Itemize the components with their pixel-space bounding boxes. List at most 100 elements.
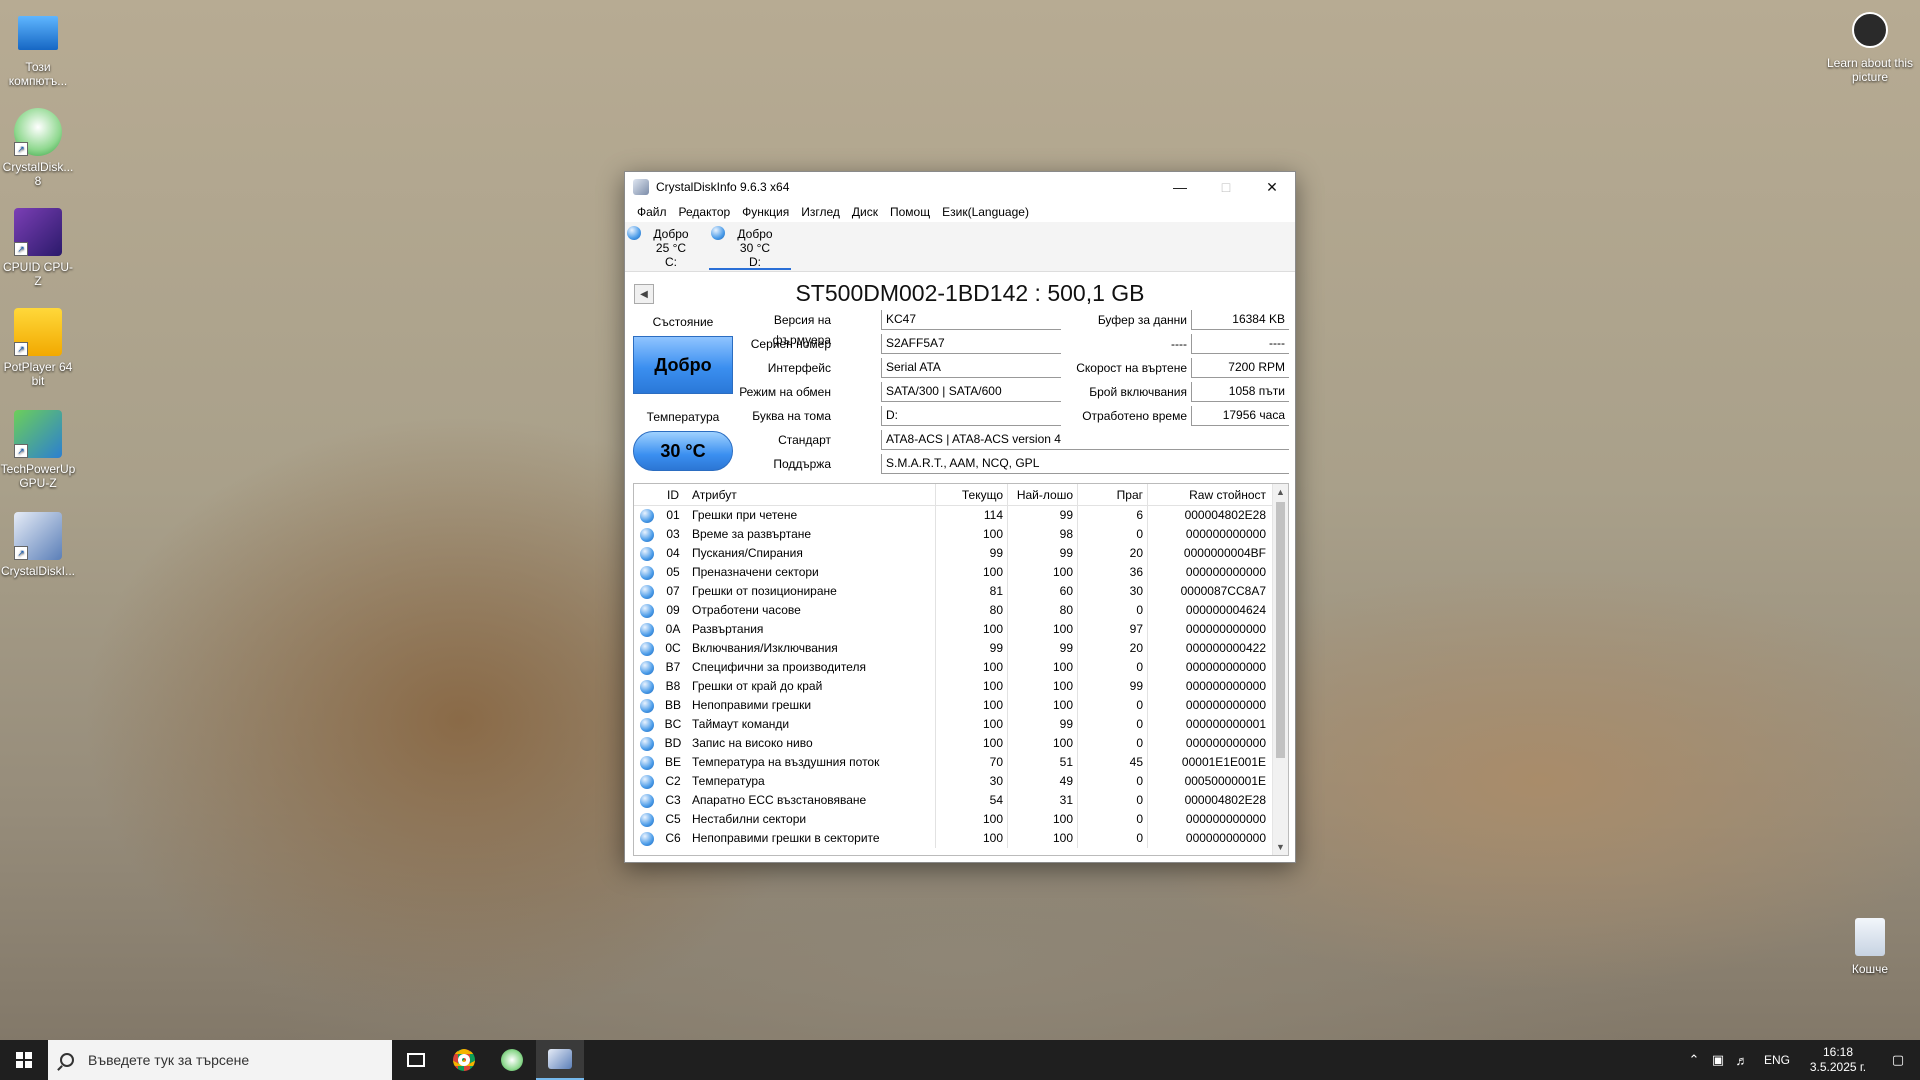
table-row[interactable]: 05 Преназначени сектори 100 100 36 0000000000… <box>634 563 1288 582</box>
blank-label: ---- <box>1171 337 1187 351</box>
row-raw: 000000000000 <box>1185 660 1266 674</box>
desktop-icon-label: CPUID CPU-Z <box>2 260 73 288</box>
table-row[interactable]: BB Непоправими грешки 100 100 0 000000000000 <box>634 696 1288 715</box>
header-raw[interactable]: Raw стойност <box>1148 484 1272 506</box>
health-dot-icon <box>640 680 654 694</box>
drive-tab-d[interactable]: Добро 30 °C D: <box>709 224 791 270</box>
row-threshold: 0 <box>1078 810 1148 829</box>
health-dot-icon <box>640 699 654 713</box>
poweron-count-value: 1058 пъти <box>1191 382 1289 402</box>
menu-edit[interactable]: Редактор <box>673 205 737 219</box>
clock-date: 3.5.2025 г. <box>1809 1060 1867 1074</box>
header-worst[interactable]: Най-лошо <box>1008 484 1078 506</box>
health-dot-icon <box>640 509 654 523</box>
table-row[interactable]: 0C Включвания/Изключвания 99 99 20 0000000004… <box>634 639 1288 658</box>
potplayer-icon: ↗ <box>14 308 62 356</box>
scroll-down-icon[interactable]: ▼ <box>1273 839 1288 855</box>
notifications-icon[interactable]: ▢ <box>1876 1052 1920 1068</box>
row-id: C6 <box>665 831 681 845</box>
row-raw: 0000000004BF <box>1183 546 1266 560</box>
table-row[interactable]: C6 Непоправими грешки в секторите 100 100 0 0… <box>634 829 1288 848</box>
menu-bar: Файл Редактор Функция Изглед Диск Помощ … <box>625 202 1295 222</box>
table-row[interactable]: BC Таймаут команди 100 99 0 000000000001 <box>634 715 1288 734</box>
row-status <box>634 639 660 658</box>
health-led-icon <box>627 226 641 240</box>
row-status <box>634 734 660 753</box>
crystaldiskmark-icon <box>501 1049 523 1071</box>
menu-view[interactable]: Изглед <box>795 205 846 219</box>
header-threshold[interactable]: Праг <box>1078 484 1148 506</box>
menu-language[interactable]: Език(Language) <box>936 205 1035 219</box>
menu-file[interactable]: Файл <box>631 205 673 219</box>
header-status <box>634 484 660 506</box>
row-current: 100 <box>936 696 1008 715</box>
drive-status: Добро <box>737 227 773 241</box>
chrome-taskbar-button[interactable] <box>440 1040 488 1080</box>
menu-function[interactable]: Функция <box>736 205 795 219</box>
header-attribute[interactable]: Атрибут <box>686 484 936 506</box>
language-indicator[interactable]: ENG <box>1754 1053 1800 1067</box>
desktop-icon-label: TechPowerUp GPU-Z <box>0 462 76 490</box>
table-row[interactable]: BE Температура на въздушния поток 70 51 45 00… <box>634 753 1288 772</box>
minimize-icon[interactable]: — <box>1157 172 1203 202</box>
temperature-button[interactable]: 30 °C <box>633 431 733 471</box>
row-attribute: Развъртания <box>686 620 936 639</box>
header-id[interactable]: ID <box>660 484 686 506</box>
transfer-mode-value: SATA/300 | SATA/600 <box>881 382 1061 402</box>
table-row[interactable]: 03 Време за развъртане 100 98 0 000000000000 <box>634 525 1288 544</box>
row-id: 05 <box>666 565 680 579</box>
table-row[interactable]: 04 Пускания/Спирания 99 99 20 0000000004BF <box>634 544 1288 563</box>
learn-about-picture[interactable]: Learn about this picture <box>1822 12 1918 84</box>
table-row[interactable]: C2 Температура 30 49 0 00050000001E <box>634 772 1288 791</box>
search-placeholder: Въведете тук за търсене <box>88 1052 250 1068</box>
desktop-icon-crystaldiskinfo[interactable]: ↗ CrystalDiskI... <box>0 512 76 578</box>
task-view-button[interactable] <box>392 1040 440 1080</box>
scroll-thumb[interactable] <box>1276 502 1285 758</box>
row-raw: 00001E1E001E <box>1181 755 1266 769</box>
desktop-icon-gpuz[interactable]: ↗ TechPowerUp GPU-Z <box>0 410 76 490</box>
table-row[interactable]: 0A Развъртания 100 100 97 000000000000 <box>634 620 1288 639</box>
drive-temp: 25 °C <box>655 241 687 255</box>
header-current[interactable]: Текущо <box>936 484 1008 506</box>
health-dot-icon <box>640 642 654 656</box>
start-button[interactable] <box>0 1040 48 1080</box>
row-raw: 00050000001E <box>1184 774 1266 788</box>
close-icon[interactable]: ✕ <box>1249 172 1295 202</box>
taskbar-search[interactable]: Въведете тук за търсене <box>48 1040 392 1080</box>
desktop-icon-crystaldiskmark[interactable]: ↗ CrystalDisk... 8 <box>0 108 76 188</box>
menu-disk[interactable]: Диск <box>846 205 884 219</box>
recycle-bin[interactable]: Кошче <box>1822 918 1918 976</box>
crystaldiskmark-taskbar-button[interactable] <box>488 1040 536 1080</box>
chevron-up-icon[interactable]: ⌃ <box>1682 1052 1706 1068</box>
table-row[interactable]: 01 Грешки при четене 114 99 6 000004802E28 <box>634 506 1288 525</box>
health-status-button[interactable]: Добро <box>633 336 733 394</box>
menu-help[interactable]: Помощ <box>884 205 936 219</box>
crystaldiskmark-icon: ↗ <box>14 108 62 156</box>
row-current: 80 <box>936 601 1008 620</box>
desktop-icon-this-pc[interactable]: Този компютъ... <box>0 10 76 88</box>
title-bar[interactable]: CrystalDiskInfo 9.6.3 x64 — □ ✕ <box>625 172 1295 202</box>
table-row[interactable]: C5 Нестабилни сектори 100 100 0 000000000000 <box>634 810 1288 829</box>
row-raw: 0000087CC8A7 <box>1180 584 1266 598</box>
row-current: 30 <box>936 772 1008 791</box>
table-row[interactable]: 07 Грешки от позициониране 81 60 30 0000087CC… <box>634 582 1288 601</box>
drive-tab-c[interactable]: Добро 25 °C C: <box>625 224 707 270</box>
table-row[interactable]: B7 Специфични за производителя 100 100 0 0000… <box>634 658 1288 677</box>
clock[interactable]: 16:18 3.5.2025 г. <box>1800 1045 1876 1075</box>
table-row[interactable]: 09 Отработени часове 80 80 0 000000004624 <box>634 601 1288 620</box>
drive-temp: 30 °C <box>739 241 771 255</box>
table-row[interactable]: BD Запис на високо ниво 100 100 0 00000000000… <box>634 734 1288 753</box>
row-threshold: 36 <box>1078 563 1148 582</box>
desktop-icon-cpuz[interactable]: ↗ CPUID CPU-Z <box>0 208 76 288</box>
crystaldiskinfo-taskbar-button[interactable] <box>536 1040 584 1080</box>
row-worst: 100 <box>1008 620 1078 639</box>
row-attribute: Грешки от позициониране <box>686 582 936 601</box>
network-icon[interactable]: ▣ <box>1706 1052 1730 1068</box>
desktop-icon-potplayer[interactable]: ↗ PotPlayer 64 bit <box>0 308 76 388</box>
scroll-up-icon[interactable]: ▲ <box>1273 484 1288 500</box>
table-row[interactable]: B8 Грешки от край до край 100 100 99 00000000… <box>634 677 1288 696</box>
table-scrollbar[interactable]: ▲ ▼ <box>1272 484 1288 855</box>
volume-icon[interactable]: ♬ <box>1730 1053 1754 1068</box>
table-row[interactable]: C3 Апаратно ECC възстановяване 54 31 0 000004… <box>634 791 1288 810</box>
row-worst: 100 <box>1008 658 1078 677</box>
